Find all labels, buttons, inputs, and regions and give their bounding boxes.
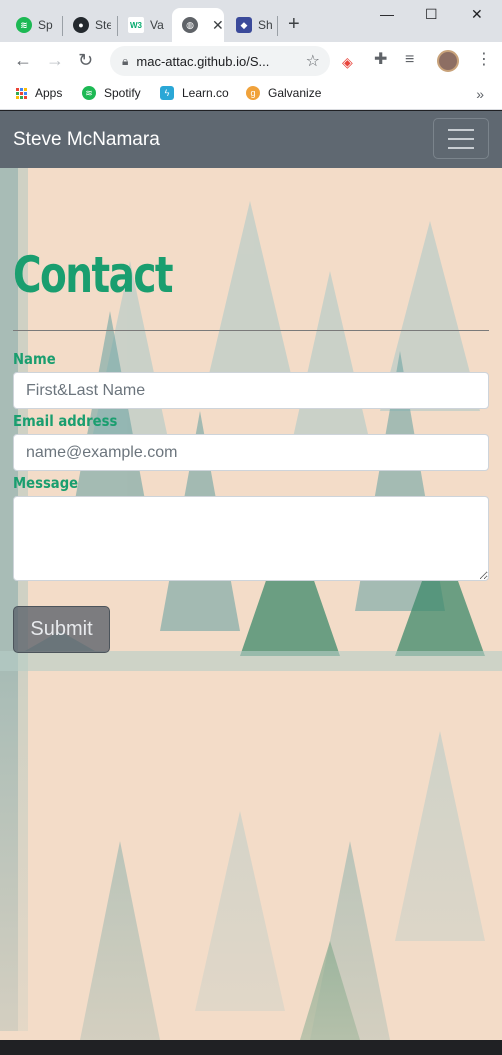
site-brand-link[interactable]: Steve McNamara bbox=[13, 129, 160, 151]
hamburger-icon bbox=[448, 146, 474, 149]
bookmark-galvanize[interactable]: g Galvanize bbox=[246, 86, 321, 100]
bookmark-label: Learn.co bbox=[182, 86, 229, 100]
hamburger-icon bbox=[448, 128, 474, 131]
bookmarks-bar: Apps ≋ Spotify ϟ Learn.co g Galvanize » bbox=[0, 80, 502, 110]
bookmark-spotify[interactable]: ≋ Spotify bbox=[82, 86, 141, 100]
galvanize-icon: g bbox=[246, 86, 260, 100]
avatar[interactable] bbox=[437, 50, 459, 72]
minimize-button[interactable]: — bbox=[380, 6, 394, 22]
tab-title: Sh bbox=[258, 18, 273, 32]
navbar-toggle-button[interactable] bbox=[433, 118, 489, 159]
bookmark-label: Spotify bbox=[104, 86, 141, 100]
close-window-button[interactable]: ✕ bbox=[471, 6, 483, 23]
email-input[interactable] bbox=[13, 434, 489, 471]
tab-title: Va bbox=[150, 18, 164, 32]
bookmark-label: Galvanize bbox=[268, 86, 322, 100]
name-input[interactable] bbox=[13, 372, 489, 409]
message-textarea[interactable] bbox=[13, 496, 489, 581]
email-label: Email address bbox=[13, 412, 118, 430]
lock-icon: 🔒︎ bbox=[122, 53, 129, 68]
new-tab-button[interactable]: + bbox=[288, 14, 300, 34]
close-tab-icon[interactable]: ✕ bbox=[212, 17, 224, 34]
tab-strip: ≋ Sp ● Ste W3 Va ◍ ✕ ◆ Sh + — ☐ ✕ bbox=[0, 0, 502, 42]
reload-icon[interactable]: ↻ bbox=[78, 50, 93, 70]
tab-title: Sp bbox=[38, 18, 53, 32]
url-text[interactable]: mac-attac.github.io/S... bbox=[136, 54, 284, 69]
page-title: Contact bbox=[13, 246, 174, 304]
hamburger-icon bbox=[448, 137, 474, 140]
divider bbox=[13, 330, 489, 331]
kebab-menu-icon[interactable]: ⋮ bbox=[476, 50, 492, 70]
bookmark-label: Apps bbox=[35, 86, 63, 100]
shield-icon: ◆ bbox=[236, 17, 252, 33]
apps-grid-icon bbox=[16, 87, 27, 99]
bookmark-star-icon[interactable]: ☆ bbox=[306, 51, 320, 71]
bookmark-apps[interactable]: Apps bbox=[16, 86, 62, 100]
extension-cast-icon[interactable]: ◈ bbox=[342, 52, 353, 72]
globe-icon: ◍ bbox=[182, 17, 198, 33]
spotify-icon: ≋ bbox=[82, 86, 96, 100]
name-label: Name bbox=[13, 350, 56, 368]
browser-toolbar: ← → ↻ 🔒︎ mac-attac.github.io/S... ☆ ◈ ✚ … bbox=[0, 42, 502, 80]
bookmarks-overflow-button[interactable]: » bbox=[476, 86, 484, 102]
forward-arrow-icon[interactable]: → bbox=[46, 50, 64, 70]
extensions-puzzle-icon[interactable]: ✚ bbox=[374, 50, 387, 70]
address-bar[interactable]: 🔒︎ mac-attac.github.io/S... ☆ bbox=[110, 46, 330, 76]
tab-shield[interactable]: ◆ Sh bbox=[226, 8, 274, 42]
w3schools-icon: W3 bbox=[128, 17, 144, 33]
tab-title: Ste bbox=[95, 18, 111, 32]
tab-github[interactable]: ● Ste bbox=[63, 8, 111, 42]
tab-spotify[interactable]: ≋ Sp bbox=[6, 8, 54, 42]
media-queue-icon[interactable]: ≡ bbox=[405, 50, 414, 70]
submit-button[interactable]: Submit bbox=[13, 606, 110, 653]
github-icon: ● bbox=[73, 17, 89, 33]
web-page: Steve McNamara Contact Name Email addres… bbox=[0, 111, 502, 1040]
tab-w3schools[interactable]: W3 Va bbox=[118, 8, 166, 42]
spotify-icon: ≋ bbox=[16, 17, 32, 33]
window-bottom-edge bbox=[0, 1040, 502, 1055]
maximize-button[interactable]: ☐ bbox=[425, 6, 438, 23]
message-label: Message bbox=[13, 474, 79, 492]
tab-active-site[interactable]: ◍ ✕ bbox=[172, 8, 224, 42]
learn-icon: ϟ bbox=[160, 86, 174, 100]
bookmark-learn[interactable]: ϟ Learn.co bbox=[160, 86, 229, 100]
back-arrow-icon[interactable]: ← bbox=[14, 50, 32, 70]
tab-separator bbox=[277, 16, 278, 36]
site-navbar: Steve McNamara bbox=[0, 111, 502, 168]
